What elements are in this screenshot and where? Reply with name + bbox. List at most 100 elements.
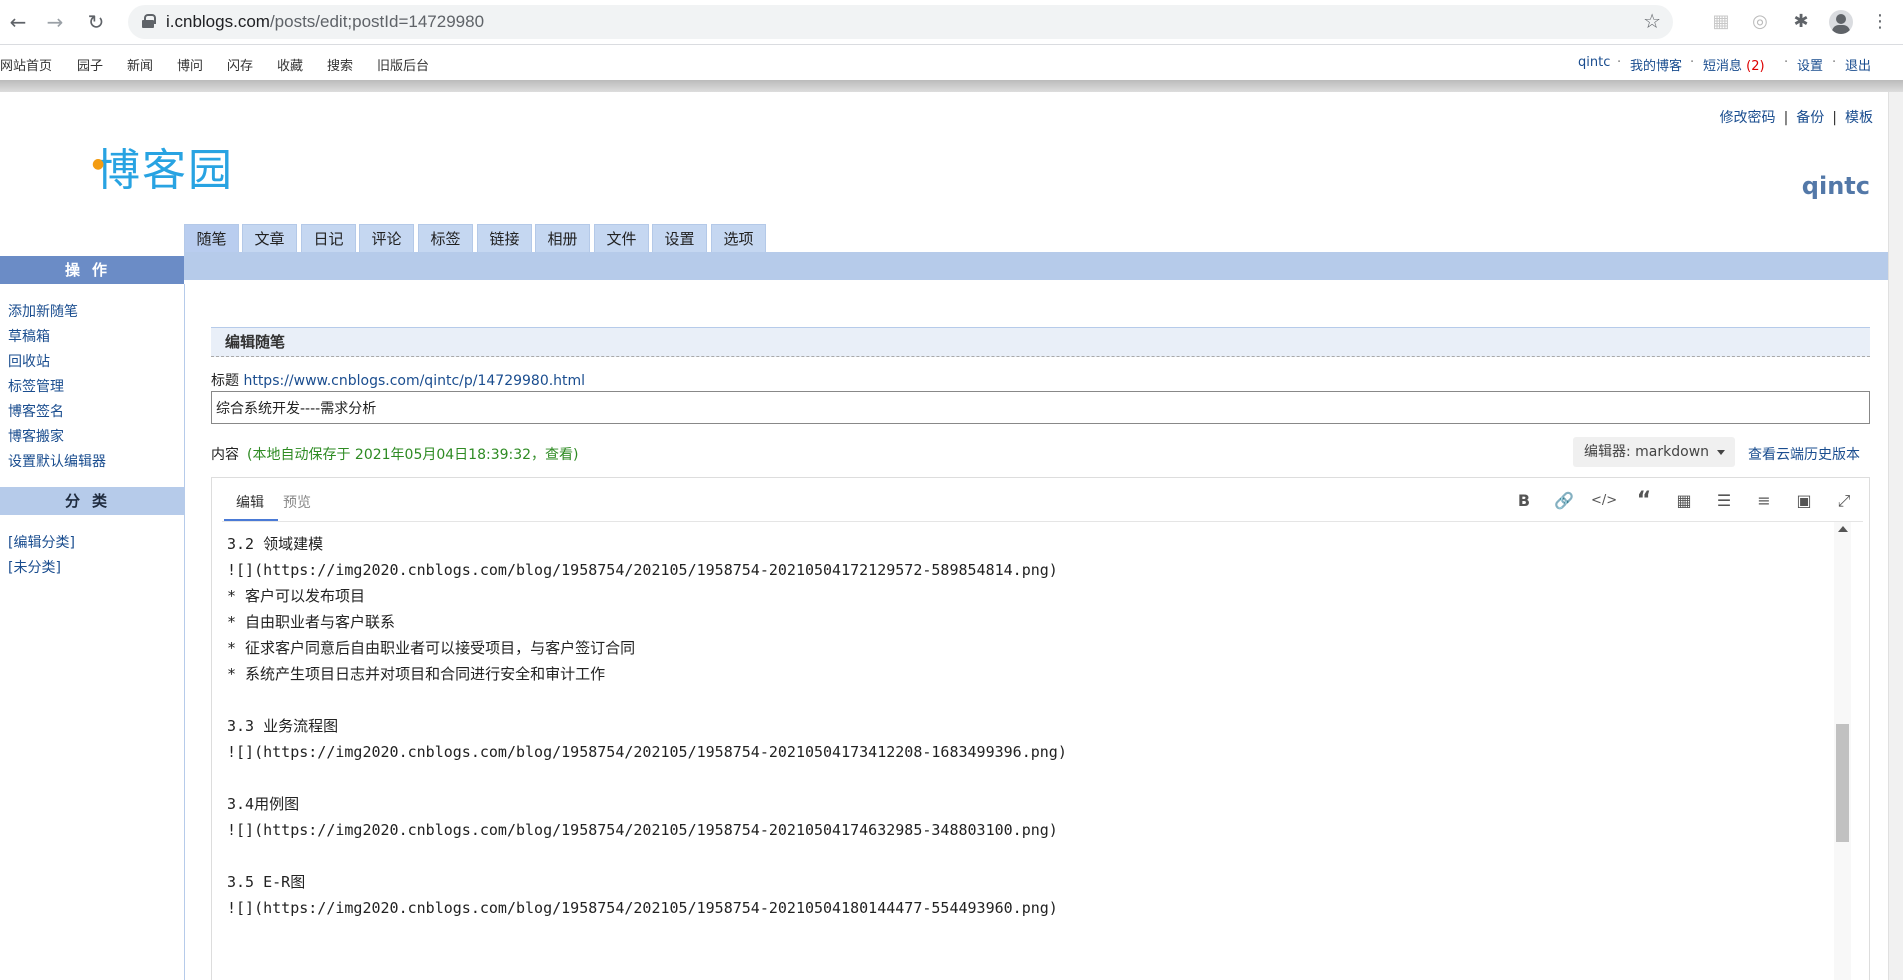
caret-down-icon bbox=[1717, 450, 1725, 455]
logout-link[interactable]: 退出 bbox=[1845, 55, 1871, 74]
nav-home[interactable]: 网站首页 bbox=[0, 55, 52, 74]
nav-flash[interactable]: 闪存 bbox=[227, 55, 253, 74]
editor-scrollbar[interactable] bbox=[1834, 522, 1851, 980]
url-host: i.cnblogs.com bbox=[166, 12, 270, 31]
separator: · bbox=[1784, 55, 1789, 70]
site-logo[interactable]: ● 博客园 bbox=[92, 134, 234, 198]
profile-icon[interactable] bbox=[1829, 10, 1853, 34]
code-line: ![](https://img2020.cnblogs.com/blog/195… bbox=[227, 561, 1058, 579]
markdown-textarea[interactable]: 3.2 领域建模 ![](https://img2020.cnblogs.com/… bbox=[227, 531, 1827, 921]
messages-link[interactable]: 短消息 (2) bbox=[1703, 55, 1765, 74]
categories-header: 分类 bbox=[0, 487, 184, 515]
sidebar-item-uncategorized[interactable]: [未分类] bbox=[8, 556, 75, 581]
autosave-view-link[interactable]: 查看 bbox=[545, 447, 573, 463]
tab-files[interactable]: 文件 bbox=[594, 224, 649, 252]
separator: · bbox=[1617, 55, 1622, 70]
sidebar-item-drafts[interactable]: 草稿箱 bbox=[8, 325, 106, 350]
nav-yuanzi[interactable]: 园子 bbox=[77, 55, 103, 74]
tab-comments[interactable]: 评论 bbox=[359, 224, 414, 252]
messages-label: 短消息 bbox=[1703, 59, 1743, 74]
separator: · bbox=[1832, 55, 1837, 70]
code-line: 3.4用例图 bbox=[227, 795, 300, 813]
link-icon[interactable]: 🔗 bbox=[1551, 488, 1577, 514]
title-label-row: 标题 https://www.cnblogs.com/qintc/p/14729… bbox=[211, 370, 585, 390]
tab-albums[interactable]: 相册 bbox=[535, 224, 590, 252]
logo-dot-icon: ● bbox=[92, 156, 107, 172]
page-scrollbar[interactable] bbox=[1888, 92, 1903, 980]
backup-link[interactable]: 备份 bbox=[1796, 110, 1824, 126]
more-icon[interactable]: ⋮ bbox=[1868, 10, 1892, 34]
template-link[interactable]: 模板 bbox=[1845, 110, 1873, 126]
post-url-link[interactable]: https://www.cnblogs.com/qintc/p/14729980… bbox=[243, 373, 585, 389]
title-input[interactable] bbox=[211, 391, 1870, 424]
code-line: 3.2 领域建模 bbox=[227, 535, 324, 553]
settings-link[interactable]: 设置 bbox=[1797, 55, 1823, 74]
content-label-row: 内容 (本地自动保存于 2021年05月04日18:39:32，查看) bbox=[211, 444, 579, 464]
editor-tab-preview[interactable]: 预览 bbox=[283, 492, 311, 512]
table-icon[interactable]: ▦ bbox=[1671, 488, 1697, 514]
sidebar-border bbox=[184, 284, 185, 980]
fullscreen-icon[interactable]: ⤢ bbox=[1831, 488, 1857, 514]
scrollbar-thumb[interactable] bbox=[1836, 724, 1849, 842]
tab-bar bbox=[184, 252, 1888, 280]
editor-select[interactable]: 编辑器: markdown bbox=[1573, 437, 1735, 467]
bold-icon[interactable]: B bbox=[1511, 488, 1537, 514]
sidebar-item-signature[interactable]: 博客签名 bbox=[8, 400, 106, 425]
code-icon[interactable]: </> bbox=[1591, 488, 1617, 514]
autosave-suffix: ) bbox=[573, 447, 579, 463]
scroll-up-icon[interactable] bbox=[1838, 526, 1848, 532]
nav-search[interactable]: 搜索 bbox=[327, 55, 353, 74]
sidebar-item-recycle-bin[interactable]: 回收站 bbox=[8, 350, 106, 375]
star-icon[interactable]: ☆ bbox=[1643, 9, 1661, 33]
tab-links[interactable]: 链接 bbox=[477, 224, 532, 252]
url-text[interactable]: i.cnblogs.com/posts/edit;postId=14729980 bbox=[166, 12, 484, 32]
bullet-list-icon[interactable]: ☰ bbox=[1711, 488, 1737, 514]
code-line: ![](https://img2020.cnblogs.com/blog/195… bbox=[227, 899, 1058, 917]
tab-posts[interactable]: 随笔 bbox=[184, 224, 239, 252]
message-count-badge: (2) bbox=[1746, 59, 1765, 74]
sidebar-item-default-editor[interactable]: 设置默认编辑器 bbox=[8, 450, 106, 475]
logo-text: 博客园 bbox=[96, 145, 234, 196]
markdown-editor: 编辑 预览 B 🔗 </> “ ▦ ☰ ≡ ▣ ⤢ 3.2 领域建模 ![](ht… bbox=[211, 477, 1870, 980]
sidebar-item-add-post[interactable]: 添加新随笔 bbox=[8, 300, 106, 325]
reload-icon[interactable]: ↻ bbox=[84, 10, 108, 34]
editor-tab-edit[interactable]: 编辑 bbox=[236, 492, 264, 512]
numbered-list-icon[interactable]: ≡ bbox=[1751, 488, 1777, 514]
sidebar-item-edit-categories[interactable]: [编辑分类] bbox=[8, 531, 75, 556]
code-line: * 系统产生项目日志并对项目和合同进行安全和审计工作 bbox=[227, 665, 606, 683]
tab-options[interactable]: 选项 bbox=[711, 224, 766, 252]
content-label: 内容 bbox=[211, 447, 239, 463]
site-top-nav: 网站首页 园子 新闻 博问 闪存 收藏 搜索 旧版后台 qintc · 我的博客… bbox=[0, 46, 1903, 80]
user-link[interactable]: qintc bbox=[1578, 55, 1610, 70]
url-path: /posts/edit;postId=14729980 bbox=[269, 12, 485, 31]
image-icon[interactable]: ▣ bbox=[1791, 488, 1817, 514]
nav-question[interactable]: 博问 bbox=[177, 55, 203, 74]
forward-icon[interactable]: → bbox=[43, 10, 67, 34]
tab-settings[interactable]: 设置 bbox=[652, 224, 707, 252]
code-line: 3.3 业务流程图 bbox=[227, 717, 339, 735]
back-icon[interactable]: ← bbox=[6, 10, 30, 34]
code-line: * 客户可以发布项目 bbox=[227, 587, 366, 605]
nav-favorites[interactable]: 收藏 bbox=[277, 55, 303, 74]
extension-icon[interactable]: ✱ bbox=[1789, 10, 1813, 34]
change-password-link[interactable]: 修改密码 bbox=[1720, 110, 1776, 126]
extension-icon[interactable]: ◎ bbox=[1748, 10, 1772, 34]
divider bbox=[0, 80, 1903, 92]
operations-header: 操作 bbox=[0, 256, 184, 284]
autosave-text: (本地自动保存于 2021年05月04日18:39:32， bbox=[247, 447, 546, 463]
tab-diary[interactable]: 日记 bbox=[301, 224, 356, 252]
address-bar[interactable]: i.cnblogs.com/posts/edit;postId=14729980… bbox=[128, 5, 1673, 39]
tab-tags[interactable]: 标签 bbox=[418, 224, 473, 252]
cloud-history-link[interactable]: 查看云端历史版本 bbox=[1748, 444, 1860, 464]
my-blog-link[interactable]: 我的博客 bbox=[1630, 55, 1682, 74]
blog-name[interactable]: qintc bbox=[1802, 172, 1870, 200]
tab-articles[interactable]: 文章 bbox=[242, 224, 297, 252]
sidebar-item-migrate[interactable]: 博客搬家 bbox=[8, 425, 106, 450]
quote-icon[interactable]: “ bbox=[1631, 488, 1657, 514]
editor-select-label: 编辑器: markdown bbox=[1584, 444, 1710, 460]
extension-icon[interactable]: ▦ bbox=[1709, 10, 1733, 34]
sidebar-item-tag-manage[interactable]: 标签管理 bbox=[8, 375, 106, 400]
nav-news[interactable]: 新闻 bbox=[127, 55, 153, 74]
nav-old-admin[interactable]: 旧版后台 bbox=[377, 55, 429, 74]
lock-icon bbox=[142, 14, 156, 28]
